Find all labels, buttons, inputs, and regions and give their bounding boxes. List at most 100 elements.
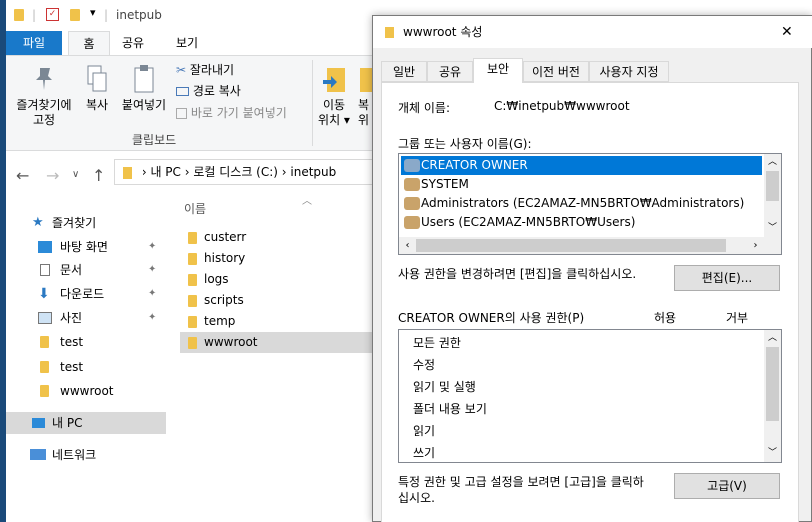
sort-chevron-icon[interactable]: ︿ (302, 192, 312, 207)
nav-item-downloads[interactable]: ⬇ 다운로드 ✦ (6, 283, 166, 305)
copy-to-label-2: 위 (358, 113, 370, 127)
star-icon: ★ (32, 215, 44, 230)
nav-this-pc[interactable]: 내 PC (6, 412, 166, 434)
tab-home[interactable]: 홈 (68, 31, 110, 55)
nav-item-desktop[interactable]: 바탕 화면 ✦ (6, 236, 166, 258)
paste-shortcut-button[interactable]: 바로 가기 붙여넣기 (176, 103, 287, 123)
paste-shortcut-icon (176, 108, 187, 119)
paste-button[interactable]: 붙여넣기 (118, 64, 170, 113)
customize-quick-access-icon[interactable]: ▾ (90, 6, 96, 19)
copy-path-label: 경로 복사 (192, 84, 241, 98)
list-item-selected[interactable]: CREATOR OWNER (401, 156, 762, 175)
scroll-down-icon[interactable]: ﹀ (764, 445, 781, 462)
tab-share[interactable]: 공유 (110, 31, 156, 55)
breadcrumb: › 내 PC › 로컬 디스크 (C:) › inetpub (141, 165, 337, 179)
file-item[interactable]: logs (180, 269, 376, 290)
permissions-listbox[interactable]: 모든 권한 수정 읽기 및 실행 폴더 내용 보기 읽기 쓰기 ︿ ﹀ (398, 329, 782, 463)
copy-path-button[interactable]: 경로 복사 (176, 81, 241, 101)
separator: | (32, 8, 37, 22)
cut-button[interactable]: ✂ 잘라내기 (176, 60, 234, 80)
list-item[interactable]: Users (EC2AMAZ-MN5BRTO₩Users) (401, 213, 762, 232)
deny-header: 거부 (726, 311, 749, 325)
allow-header: 허용 (654, 311, 677, 325)
list-item[interactable]: SYSTEM (401, 175, 762, 194)
list-item[interactable]: Administrators (EC2AMAZ-MN5BRTO₩Administ… (401, 194, 762, 213)
column-header-name[interactable]: 이름 (184, 200, 206, 217)
permission-row: 쓰기 (413, 446, 436, 460)
advanced-hint-line2: 십시오. (398, 491, 435, 505)
folder-icon (188, 337, 197, 349)
tab-previous-versions[interactable]: 이전 버전 (523, 61, 589, 82)
folder-icon (188, 232, 197, 244)
security-panel: 개체 이름: C:₩inetpub₩wwwroot 그룹 또는 사용자 이름(G… (381, 82, 799, 522)
close-icon[interactable]: ✕ (781, 16, 793, 48)
tab-view[interactable]: 보기 (164, 31, 210, 55)
scroll-right-icon[interactable]: › (747, 237, 764, 254)
nav-network[interactable]: 네트워크 (6, 444, 166, 466)
scroll-up-icon[interactable]: ︿ (764, 154, 781, 171)
edit-button[interactable]: 편집(E)... (674, 265, 780, 291)
up-arrow-icon[interactable]: ↑ (92, 166, 105, 185)
permissions-vertical-scrollbar[interactable]: ︿ ﹀ (764, 330, 781, 462)
tab-sharing[interactable]: 공유 (427, 61, 473, 82)
nav-item-documents[interactable]: 문서 ✦ (6, 259, 166, 281)
new-folder-quick-icon[interactable] (70, 9, 80, 21)
scroll-thumb[interactable] (416, 239, 726, 252)
tab-file[interactable]: 파일 (6, 31, 62, 55)
nav-item-label: test (60, 335, 84, 349)
properties-quick-icon[interactable]: ✓ (46, 8, 59, 21)
tab-security[interactable]: 보안 (473, 58, 523, 83)
file-list-pane: ︿ 이름 custerr history logs scripts temp w… (166, 192, 376, 522)
permission-row: 폴더 내용 보기 (413, 402, 487, 416)
nav-quick-access[interactable]: ★ 즐겨찾기 (6, 212, 166, 234)
tab-customize[interactable]: 사용자 지정 (589, 61, 669, 82)
scroll-down-icon[interactable]: ﹀ (764, 220, 781, 237)
users-icon (404, 197, 420, 210)
groups-horizontal-scrollbar[interactable]: ‹ › (399, 237, 781, 254)
pin-quick-access-button[interactable]: 즐겨찾기에 고정 (10, 64, 78, 128)
move-to-label-2: 위치 ▾ (318, 113, 350, 127)
nav-this-pc-label: 내 PC (52, 416, 83, 430)
object-name-value: C:₩inetpub₩wwwroot (494, 99, 630, 113)
scroll-thumb[interactable] (766, 347, 779, 421)
folder-icon (123, 166, 132, 179)
network-icon (30, 449, 46, 460)
dialog-titlebar: wwwroot 속성 ✕ (373, 16, 812, 48)
folder-icon (40, 361, 49, 373)
nav-item-label: 사진 (60, 311, 83, 325)
nav-item-test[interactable]: test (6, 356, 166, 378)
back-arrow-icon[interactable]: ← (16, 166, 29, 185)
pin-icon (36, 68, 52, 90)
groups-listbox[interactable]: CREATOR OWNER SYSTEM Administrators (EC2… (398, 153, 782, 255)
scroll-thumb[interactable] (766, 171, 779, 201)
nav-quick-access-label: 즐겨찾기 (52, 216, 97, 230)
file-item-selected[interactable]: wwwroot (180, 332, 376, 353)
copy-to-label-1: 복 (358, 98, 370, 112)
move-to-button[interactable]: 이동 위치 ▾ (314, 64, 354, 128)
pin-icon: ✦ (148, 241, 157, 252)
tab-general[interactable]: 일반 (381, 61, 427, 82)
scroll-up-icon[interactable]: ︿ (764, 330, 781, 347)
nav-item-test[interactable]: test (6, 331, 166, 353)
groups-label: 그룹 또는 사용자 이름(G): (398, 137, 532, 151)
pin-icon: ✦ (148, 264, 157, 275)
address-bar[interactable]: › 내 PC › 로컬 디스크 (C:) › inetpub (114, 159, 374, 185)
nav-item-pictures[interactable]: 사진 ✦ (6, 307, 166, 329)
file-item[interactable]: temp (180, 311, 376, 332)
nav-network-label: 네트워크 (52, 448, 97, 462)
groups-vertical-scrollbar[interactable]: ︿ ﹀ (764, 154, 781, 237)
nav-item-label: wwwroot (60, 384, 114, 398)
copy-button[interactable]: 복사 (80, 64, 114, 113)
forward-arrow-icon[interactable]: → (46, 166, 59, 185)
nav-item-wwwroot[interactable]: wwwroot (6, 380, 166, 402)
folder-icon (40, 385, 49, 397)
paste-label: 붙여넣기 (121, 98, 167, 112)
move-to-label-1: 이동 (322, 98, 346, 112)
file-item[interactable]: history (180, 248, 376, 269)
advanced-button[interactable]: 고급(V) (674, 473, 780, 499)
folder-icon (188, 253, 197, 265)
file-item[interactable]: custerr (180, 227, 376, 248)
file-item[interactable]: scripts (180, 290, 376, 311)
recent-locations-icon[interactable]: ∨ (72, 169, 79, 180)
scroll-left-icon[interactable]: ‹ (399, 237, 416, 254)
